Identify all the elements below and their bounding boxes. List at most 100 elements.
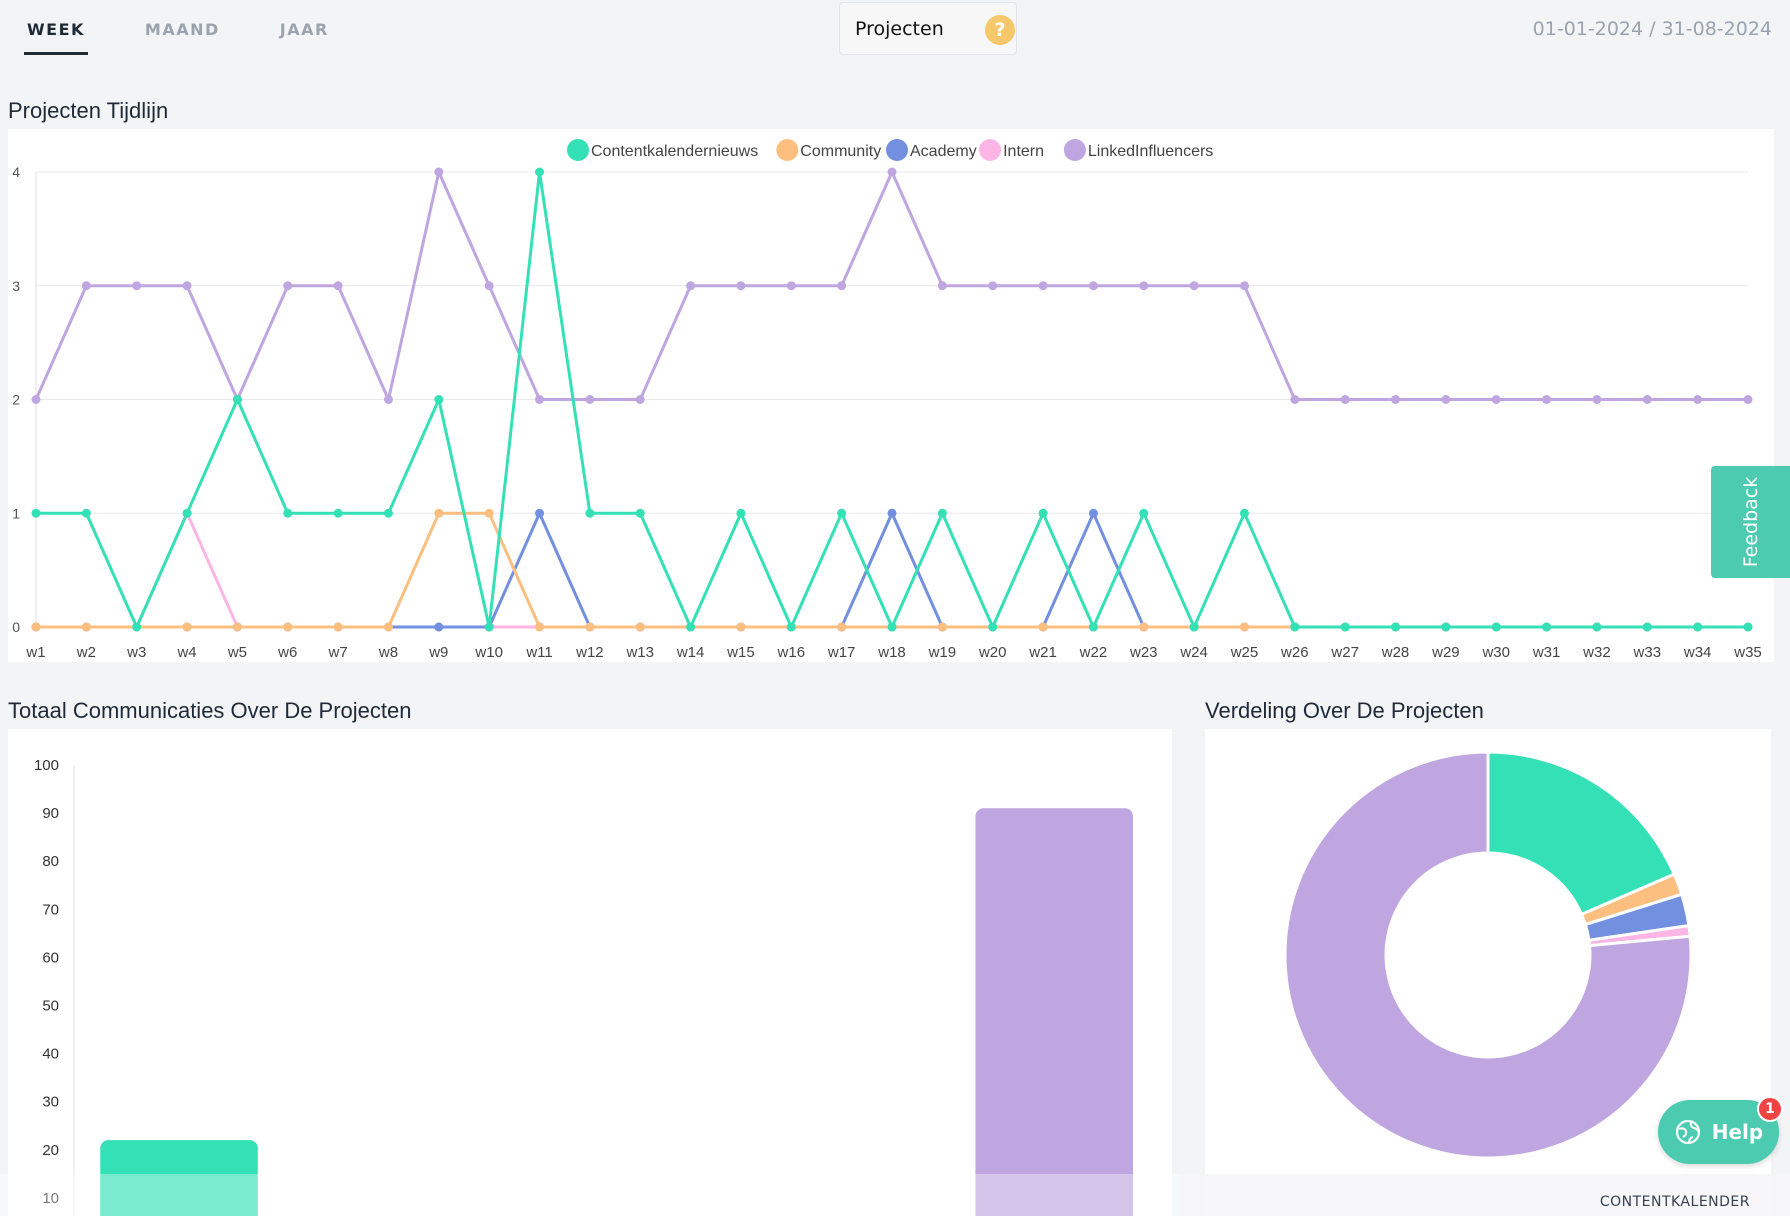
data-point <box>1491 395 1501 404</box>
x-tick-label: w21 <box>1028 644 1057 661</box>
y-tick-label: 70 <box>42 901 59 918</box>
data-point <box>937 508 947 518</box>
data-point <box>1290 395 1300 404</box>
data-point <box>1189 622 1199 632</box>
project-select[interactable]: Projecten ? <box>839 2 1017 55</box>
data-point <box>837 622 847 632</box>
data-point <box>585 395 595 404</box>
legend-item-linkedinfluencers: LinkedInfluencers <box>1063 139 1213 161</box>
x-tick-label: w20 <box>978 644 1007 661</box>
data-point <box>887 622 897 632</box>
y-tick-label: 20 <box>42 1142 59 1159</box>
series-line <box>36 511 1748 629</box>
data-point <box>1088 281 1098 291</box>
data-point <box>585 508 595 518</box>
data-point <box>434 508 444 518</box>
bar-chart: 10 20 30 40 50 60 70 80 90 100 <box>34 757 1133 1216</box>
bar-chart-title: Totaal Communicaties Over De Projecten <box>8 698 412 723</box>
timeline-chart: 0 1 2 3 4 w1 w2 w3 w4 w5 w6 w7 w8 w9 w10 w11 w12 w13 w14 w1… <box>12 139 1762 661</box>
x-tick-label: w5 <box>227 644 247 661</box>
y-tick-label: 50 <box>42 998 59 1015</box>
legend-label: Academy <box>910 143 977 160</box>
tab-jaar[interactable]: JAAR <box>277 16 332 55</box>
data-point <box>736 508 746 518</box>
legend-label: Contentkalendernieuws <box>591 143 758 160</box>
notification-badge: 1 <box>1757 1096 1783 1122</box>
tab-maand[interactable]: MAAND <box>142 16 223 55</box>
x-tick-label: w23 <box>1129 644 1158 661</box>
data-point <box>535 508 545 518</box>
data-point <box>1391 622 1401 632</box>
x-tick-label: w10 <box>474 644 503 661</box>
data-point <box>283 622 293 632</box>
x-tick-label: w14 <box>676 644 705 661</box>
data-point <box>31 395 41 404</box>
data-point <box>31 508 41 518</box>
data-point <box>132 281 142 291</box>
data-point <box>333 281 343 291</box>
series-community <box>31 508 1753 632</box>
series-intern <box>31 508 1753 632</box>
question-icon[interactable]: ? <box>985 15 1015 45</box>
series-academy <box>31 508 1753 632</box>
x-tick-label: w8 <box>378 644 398 661</box>
x-tick-label: w24 <box>1179 644 1208 661</box>
y-tick-label: 30 <box>42 1094 59 1111</box>
legend-swatch <box>886 139 908 161</box>
data-point <box>1743 622 1753 632</box>
data-point <box>887 508 897 518</box>
legend-swatch <box>776 139 799 161</box>
data-point <box>988 281 998 291</box>
x-tick-label: w22 <box>1079 644 1108 661</box>
data-point <box>232 395 242 404</box>
data-point <box>535 395 545 404</box>
data-point <box>635 395 645 404</box>
data-point <box>1391 395 1401 404</box>
timeline-card: 0 1 2 3 4 w1 w2 w3 w4 w5 w6 w7 w8 w9 w10 w11 w12 w13 w14 w1… <box>8 129 1774 662</box>
legend-item-intern: Intern <box>979 139 1044 161</box>
tab-week[interactable]: WEEK <box>24 16 88 55</box>
data-point <box>1038 508 1048 518</box>
donut-chart-title: Verdeling Over De Projecten <box>1205 698 1484 723</box>
x-tick-label: w26 <box>1280 644 1309 661</box>
bar-contentkalendernieuws <box>100 1140 258 1216</box>
help-button[interactable]: Help 1 <box>1658 1096 1783 1164</box>
data-point <box>1038 281 1048 291</box>
data-point <box>1340 622 1350 632</box>
legend-item-academy: Academy <box>886 139 977 161</box>
data-point <box>535 622 545 632</box>
data-point <box>1491 622 1501 632</box>
feedback-label: Feedback <box>1739 476 1762 568</box>
data-point <box>635 622 645 632</box>
legend-swatch <box>979 139 1002 161</box>
data-point <box>837 281 847 291</box>
x-tick-label: w7 <box>328 644 348 661</box>
x-tick-label: w27 <box>1330 644 1359 661</box>
y-tick-label: 4 <box>12 164 20 180</box>
data-point <box>232 622 242 632</box>
date-range[interactable]: 01-01-2024 / 31-08-2024 <box>1533 18 1772 40</box>
data-point <box>937 622 947 632</box>
legend-label: LinkedInfluencers <box>1088 143 1213 160</box>
data-point <box>182 622 192 632</box>
x-tick-label: w2 <box>76 644 96 661</box>
x-tick-label: w9 <box>428 644 448 661</box>
data-point <box>1139 622 1149 632</box>
data-point <box>1139 281 1149 291</box>
x-tick-label: w3 <box>126 644 146 661</box>
y-tick-label: 80 <box>42 853 59 870</box>
project-select-label: Projecten <box>855 17 944 40</box>
data-point <box>1642 395 1652 404</box>
data-point <box>31 622 41 632</box>
data-point <box>1189 281 1199 291</box>
feedback-tab[interactable]: Feedback <box>1711 466 1790 578</box>
x-tick-label: w34 <box>1683 644 1712 661</box>
data-point <box>1290 622 1300 632</box>
y-tick-label: 10 <box>42 1190 59 1207</box>
x-tick-label: w31 <box>1532 644 1561 661</box>
x-tick-label: w12 <box>575 644 604 661</box>
x-tick-label: w11 <box>525 644 552 661</box>
bottom-bar-label[interactable]: CONTENTKALENDER <box>1600 1194 1750 1210</box>
legend-label: Community <box>800 143 881 160</box>
x-tick-label: w4 <box>176 644 196 661</box>
